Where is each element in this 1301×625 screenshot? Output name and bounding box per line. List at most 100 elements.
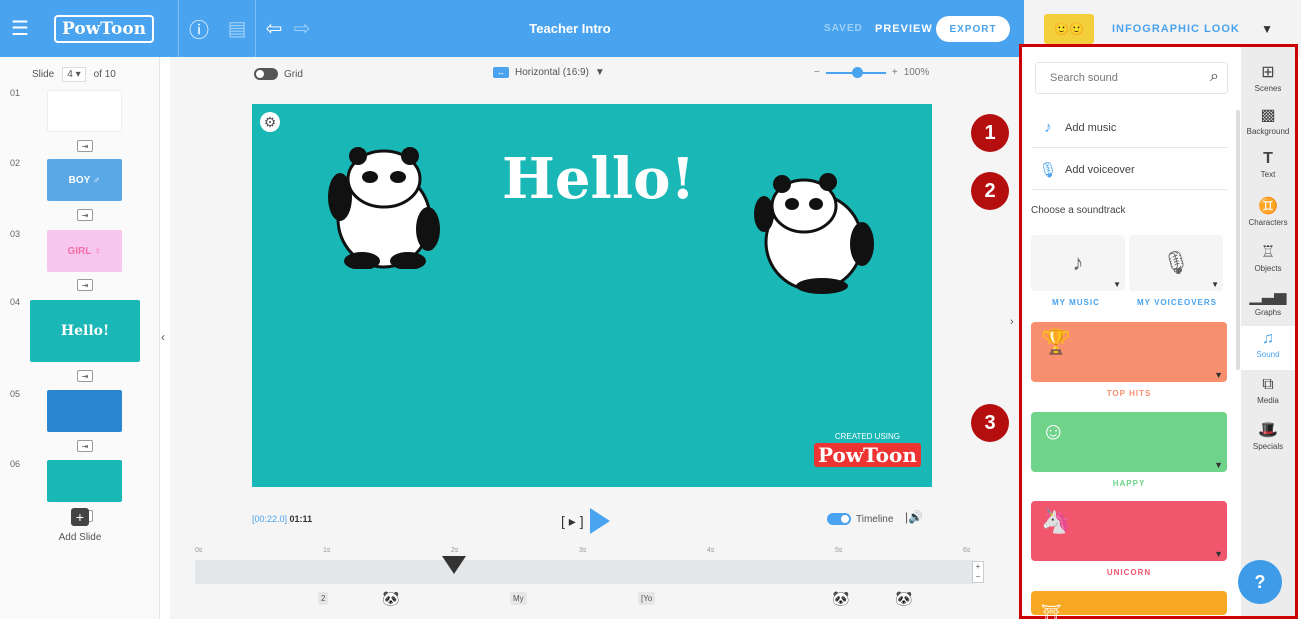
specials-icon: 🎩 xyxy=(1258,422,1278,439)
slide-label: Slide xyxy=(32,69,55,80)
tab-specials[interactable]: 🎩 Specials xyxy=(1241,420,1295,451)
playhead[interactable] xyxy=(442,556,466,574)
add-slide-button[interactable]: + Add Slide xyxy=(40,508,120,543)
add-voiceover-row[interactable]: 🎙 Add voiceover xyxy=(1031,150,1227,190)
zoom-control[interactable]: − + 100% xyxy=(814,66,929,78)
gear-icon[interactable]: ⚙ xyxy=(260,112,280,132)
tab-media[interactable]: ⧉ Media xyxy=(1241,376,1295,405)
search-input[interactable]: Search sound xyxy=(1050,72,1118,84)
dropdown-caret-icon[interactable]: ▼ xyxy=(1113,280,1121,289)
transition-icon[interactable]: ⇥ xyxy=(77,209,93,221)
slide-thumb-2[interactable]: BOY ♂ xyxy=(47,159,122,201)
toggle-switch[interactable] xyxy=(827,513,851,525)
redo-icon[interactable]: ⇨ xyxy=(292,0,312,57)
powtoon-logo[interactable]: PowToon xyxy=(54,14,155,43)
callout-badge: 1 xyxy=(971,114,1009,152)
tab-scenes[interactable]: ⊞ Scenes xyxy=(1241,62,1295,93)
dropdown-caret-icon[interactable]: ▼ xyxy=(1214,549,1223,559)
created-using-text: CREATED USING xyxy=(834,432,901,441)
panda-character-right[interactable] xyxy=(752,164,882,294)
tab-sound[interactable]: ♫ Sound xyxy=(1241,326,1295,370)
panda-icon[interactable]: 🐼 xyxy=(895,590,912,607)
help-button[interactable]: ? xyxy=(1238,560,1282,604)
slide-thumb-3[interactable]: GIRL ♀ xyxy=(47,230,122,272)
timeline-item[interactable]: [Yo xyxy=(638,592,656,605)
expand-right-icon[interactable]: › xyxy=(1010,316,1014,328)
ruler-tick: 0s xyxy=(195,547,203,554)
volume-icon[interactable]: |🔊 xyxy=(905,510,923,524)
timeline-item[interactable]: 2 xyxy=(318,592,329,605)
genre-card-top-hits[interactable]: 🏆 ▼ xyxy=(1031,322,1227,382)
slide-number: 04 xyxy=(10,297,21,307)
search-field[interactable]: Search sound ⌕ xyxy=(1035,62,1228,94)
tab-characters[interactable]: ♊ Characters xyxy=(1241,196,1295,227)
zoom-in-icon[interactable]: + xyxy=(892,67,898,78)
panda-icon[interactable]: 🐼 xyxy=(382,590,399,607)
orientation-select[interactable]: ↔ Horizontal (16:9) ▼ xyxy=(493,67,605,78)
tab-label: Objects xyxy=(1254,264,1282,273)
slide-select[interactable]: 4 ▾ xyxy=(62,67,86,82)
microphone-icon: 🎙 xyxy=(1162,250,1190,275)
timeline-track[interactable] xyxy=(195,560,975,584)
timeline-toggle[interactable]: Timeline xyxy=(827,513,893,525)
play-scene-button[interactable]: [ ▸ ] xyxy=(561,513,584,530)
slide-total: of 10 xyxy=(93,69,116,80)
timeline-zoom-buttons[interactable]: + − xyxy=(972,561,984,583)
characters-icon: ♊ xyxy=(1258,198,1278,215)
slide-thumb-5[interactable] xyxy=(47,390,122,432)
choose-soundtrack-heading: Choose a soundtrack xyxy=(1031,205,1126,216)
slide-thumb-4[interactable]: Hello! xyxy=(30,300,140,362)
undo-icon[interactable]: ⇦ xyxy=(256,0,292,57)
transition-icon[interactable]: ⇥ xyxy=(77,140,93,152)
zoom-out-icon[interactable]: − xyxy=(814,67,820,78)
genre-icon: ⛩ xyxy=(1041,605,1062,622)
play-icon[interactable] xyxy=(589,508,610,534)
collapse-panel-icon[interactable]: ‹ xyxy=(161,330,165,344)
music-note-icon: ♪ xyxy=(1072,250,1084,275)
preview-button[interactable]: PREVIEW xyxy=(875,23,933,35)
tab-label: Text xyxy=(1260,170,1276,179)
scrollbar[interactable] xyxy=(1236,110,1240,370)
grid-toggle[interactable]: Grid xyxy=(254,68,303,80)
panda-icon[interactable]: 🐼 xyxy=(832,590,849,607)
sound-icon: ♫ xyxy=(1262,330,1274,347)
add-music-row[interactable]: ♪ Add music xyxy=(1031,108,1227,148)
zoom-knob[interactable] xyxy=(851,66,863,78)
slide-number: 03 xyxy=(10,229,21,239)
tab-graphs[interactable]: ▁▃▅ Graphs xyxy=(1241,286,1295,317)
toggle-switch[interactable] xyxy=(254,68,278,80)
timeline-item[interactable]: My xyxy=(510,592,527,605)
search-icon[interactable]: ⌕ xyxy=(1210,68,1219,86)
slide-thumb-6[interactable] xyxy=(47,460,122,502)
genre-card-unicorn[interactable]: 🦄 ▼ xyxy=(1031,501,1227,561)
panda-character-left[interactable] xyxy=(322,139,442,269)
export-button[interactable]: EXPORT xyxy=(936,16,1010,42)
playback-controls: [ ▸ ] xyxy=(561,508,610,534)
my-music-card[interactable]: ♪ ▼ xyxy=(1031,235,1125,291)
ruler-tick: 5s xyxy=(835,547,843,554)
tab-objects[interactable]: ♖ Objects xyxy=(1241,242,1295,273)
notes-icon[interactable]: ▤ xyxy=(219,0,255,57)
transition-icon[interactable]: ⇥ xyxy=(77,370,93,382)
menu-icon[interactable]: ☰ xyxy=(0,0,40,57)
transition-icon[interactable]: ⇥ xyxy=(77,440,93,452)
my-voiceovers-card[interactable]: 🎙 ▼ xyxy=(1129,235,1223,291)
genre-card-happy[interactable]: ☺ ▼ xyxy=(1031,412,1227,472)
tab-text[interactable]: T Text xyxy=(1241,150,1295,179)
dropdown-caret-icon[interactable]: ▼ xyxy=(1211,280,1219,289)
help-icon[interactable]: ⓘ xyxy=(179,0,219,57)
ruler-tick: 3s xyxy=(579,547,587,554)
dropdown-caret-icon[interactable]: ▼ xyxy=(1214,460,1223,470)
zoom-slider[interactable] xyxy=(825,66,886,78)
orientation-icon: ↔ xyxy=(493,67,509,78)
genre-label: HAPPY xyxy=(1112,479,1146,488)
transition-icon[interactable]: ⇥ xyxy=(77,279,93,291)
dropdown-caret-icon[interactable]: ▼ xyxy=(1214,370,1223,380)
presentation-title[interactable]: Teacher Intro xyxy=(470,21,670,36)
genre-card-more[interactable]: ⛩ xyxy=(1031,591,1227,622)
slide-stage[interactable]: ⚙ Hello! CREATED USING PowToon xyxy=(252,104,932,487)
slide-thumb-1[interactable] xyxy=(47,90,122,132)
tab-background[interactable]: ▩ Background xyxy=(1241,105,1295,136)
slide-heading[interactable]: Hello! xyxy=(502,146,695,212)
chevron-down-icon[interactable]: ▼ xyxy=(1261,22,1273,36)
